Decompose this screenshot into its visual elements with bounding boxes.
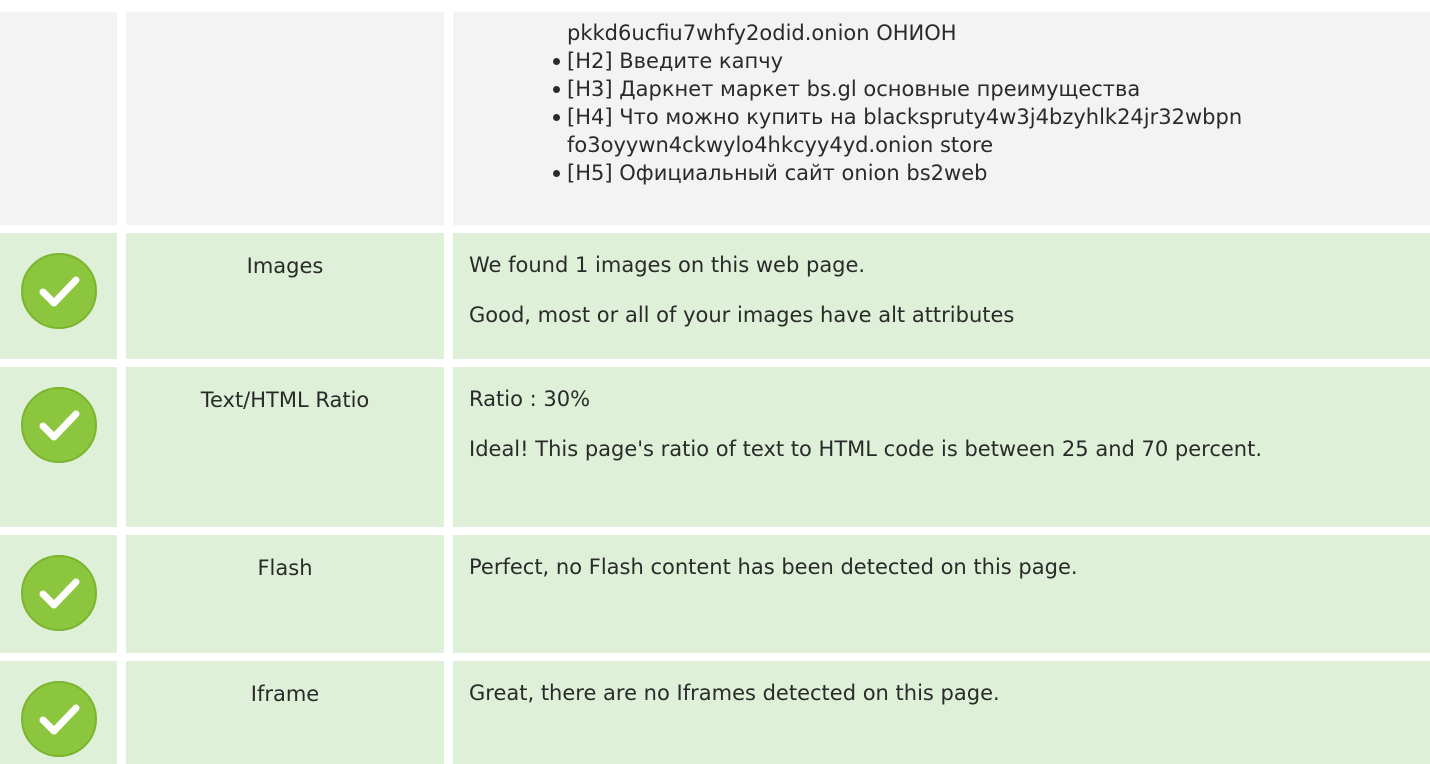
- check-row-flash: Flash Perfect, no Flash content has been…: [0, 535, 1430, 653]
- check-content-cell: Ratio : 30% Ideal! This page's ratio of …: [453, 367, 1430, 527]
- check-label-cell: Iframe: [126, 661, 444, 764]
- check-result-line: Good, most or all of your images have al…: [469, 303, 1015, 327]
- headings-row: pkkd6ucfiu7whfy2odid.onion ОНИОН [H2] Вв…: [0, 12, 1430, 225]
- headings-label-cell: [126, 12, 444, 225]
- check-result-line: Ideal! This page's ratio of text to HTML…: [469, 437, 1263, 461]
- heading-item: [H3] Даркнет маркет bs.gl основные преим…: [553, 75, 1430, 103]
- check-row-iframe: Iframe Great, there are no Iframes detec…: [0, 661, 1430, 764]
- headings-items: [H2] Введите капчу [H3] Даркнет маркет b…: [453, 47, 1430, 187]
- check-circle-icon: [21, 681, 97, 757]
- check-result-line: Perfect, no Flash content has been detec…: [469, 555, 1078, 579]
- check-label: Text/HTML Ratio: [200, 388, 370, 412]
- status-icon-cell: [0, 661, 117, 764]
- check-result-line: We found 1 images on this web page.: [469, 253, 866, 277]
- check-label-cell: Images: [126, 233, 444, 359]
- status-icon-cell: [0, 367, 117, 527]
- headings-list: pkkd6ucfiu7whfy2odid.onion ОНИОН [H2] Вв…: [453, 12, 1430, 187]
- heading-item: [H5] Официальный сайт onion bs2web: [553, 159, 1430, 187]
- headings-content-cell: pkkd6ucfiu7whfy2odid.onion ОНИОН [H2] Вв…: [453, 12, 1430, 225]
- check-circle-icon: [21, 253, 97, 329]
- check-label-cell: Text/HTML Ratio: [126, 367, 444, 527]
- check-circle-icon: [21, 387, 97, 463]
- check-row-text-html-ratio: Text/HTML Ratio Ratio : 30% Ideal! This …: [0, 367, 1430, 527]
- check-label: Images: [246, 254, 324, 278]
- check-label: Flash: [257, 556, 313, 580]
- check-label: Iframe: [250, 682, 320, 706]
- check-content-cell: Perfect, no Flash content has been detec…: [453, 535, 1430, 653]
- check-label-cell: Flash: [126, 535, 444, 653]
- headings-icon-cell: [0, 12, 117, 225]
- check-result-line: Ratio : 30%: [469, 387, 591, 411]
- check-content-cell: We found 1 images on this web page. Good…: [453, 233, 1430, 359]
- check-result-line: Great, there are no Iframes detected on …: [469, 681, 1000, 705]
- check-content-cell: Great, there are no Iframes detected on …: [453, 661, 1430, 764]
- heading-item: [H4] Что можно купить на blackspruty4w3j…: [553, 103, 1430, 159]
- headings-carry-line: pkkd6ucfiu7whfy2odid.onion ОНИОН: [567, 21, 957, 45]
- check-row-images: Images We found 1 images on this web pag…: [0, 233, 1430, 359]
- heading-item: [H2] Введите капчу: [553, 47, 1430, 75]
- seo-results-table: pkkd6ucfiu7whfy2odid.onion ОНИОН [H2] Вв…: [0, 0, 1430, 764]
- check-circle-icon: [21, 555, 97, 631]
- status-icon-cell: [0, 535, 117, 653]
- status-icon-cell: [0, 233, 117, 359]
